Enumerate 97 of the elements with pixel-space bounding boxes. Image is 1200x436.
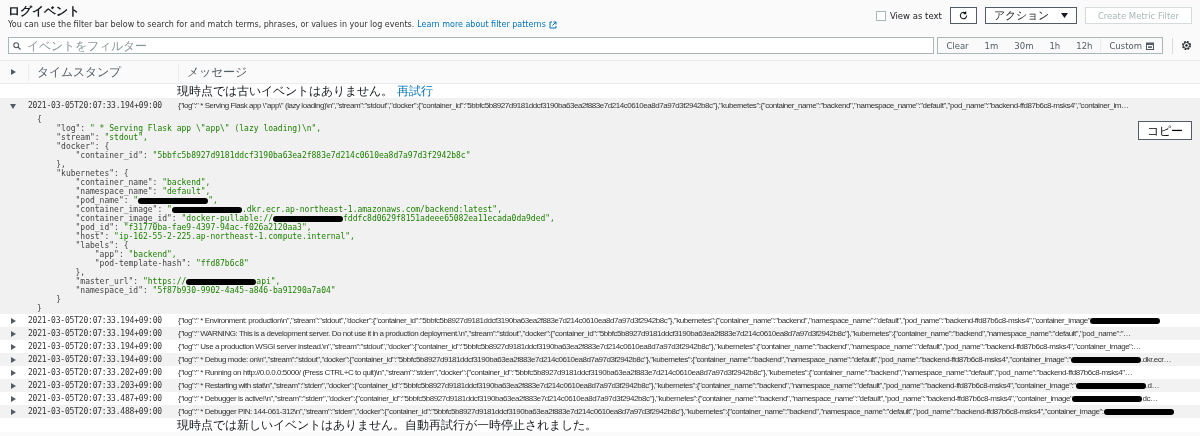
redaction-mark (1075, 382, 1146, 389)
timestamp-cell-text: 2021-03-05T20:07:33.194+09:00 (28, 329, 163, 338)
log-message: {"log":" * Debugger is active!\n","stream":"stderr","docker":{"container_id":"5bbfc5b8927d9181ddcf3190ba63ea2f883e7d214c0610ea8d7a97d3f2942b8c"},"kubernetes":{"container_name":"backend","namespace_name":"default","pod_name":"backend-ffd87b6c8-msks4","container_image" (178, 394, 1073, 403)
redaction-mark (186, 278, 257, 285)
timestamp-cell-text: 2021-03-05T20:07:33.202+09:00 (28, 368, 163, 377)
json-value: "f31770ba-fae9-4397-94ac-f026a2120aa3", (123, 223, 312, 232)
calendar-icon (1146, 41, 1154, 50)
newer-events-notice: 現時点では新しいイベントはありません。自動再試行が一時停止されました。 (177, 418, 597, 432)
json-key: "pod_id": (37, 223, 124, 232)
time-range-button[interactable]: 12h (1068, 38, 1101, 53)
json-key: "stream": (37, 133, 105, 142)
log-message: {"log":" * Debug mode: on\n","stream":"stdout","docker":{"container_id":"5bbfc5b8927d9181ddcf3190ba63ea2f883e7d214c0610ea8d7a97d3f2942b8c"},"kubernetes":{"container_name":"backend","namespace_name":"default","pod_name":"backend-ffd87b6c8-msks4","container_image":" (178, 355, 1071, 364)
json-key: { (37, 115, 42, 124)
json-value: " * Serving Flask app \"app\" (lazy loading)\n", (90, 124, 322, 133)
json-key: "pod_name": (37, 196, 134, 205)
json-value: "backend", (128, 250, 177, 259)
json-value: "ip-162-55-2-225.ap-northeast-1.compute.internal", (114, 232, 355, 241)
timestamp-cell-text: 2021-03-05T20:07:33.194+09:00 (28, 101, 163, 110)
json-key: "kubernetes": { (37, 169, 129, 178)
collapse-caret-icon[interactable] (10, 102, 16, 109)
json-value: ", (208, 196, 218, 205)
json-key: } (37, 304, 42, 313)
json-key: "host": (37, 232, 115, 241)
timestamp-cell-text: 2021-03-05T20:07:33.194+09:00 (28, 355, 163, 364)
caret-icon (1060, 13, 1068, 18)
redaction-mark (1072, 395, 1143, 402)
time-range-button[interactable]: Clear (938, 38, 977, 53)
learn-more-link[interactable]: Learn more about filter patterns (417, 19, 546, 30)
actions-button[interactable]: アクション (984, 7, 1077, 24)
older-events-notice: 現時点では古いイベントはありません。 (177, 84, 393, 98)
json-key: "pod-template-hash": (37, 259, 196, 268)
timestamp-cell-text: 2021-03-05T20:07:33.194+09:00 (28, 316, 163, 325)
json-key: "log": (37, 124, 90, 133)
view-as-text-label: View as text (889, 10, 942, 21)
log-message-fragment: .d… (1145, 381, 1160, 390)
json-value: "backend", (162, 178, 211, 187)
log-message: {"log":" Use a production WSGI server instead.\n","stream":"stdout","docker":{"container_id":"5bbfc5b8927d9181ddcf3190ba63ea2f883e7d214c0610ea8d7a97d3f2942b8c"},"kubernetes":{"container_name":"backend","namespace_name":"default","pod_name":"backend-ffd87b6c8-msks4","container_image":… (178, 342, 1141, 351)
time-range-button[interactable]: Custom (1100, 38, 1162, 53)
page-title: ログイベント (8, 3, 81, 19)
json-value: "5f87b930-9902-4a45-a846-ba91290a7a04" (152, 286, 336, 295)
log-message: {"log":" * Running on http://0.0.0.0:5000/ (Press CTRL+C to quit)\n","stream":"stderr","docker":{"container_id":"5bbfc5b8927d9181ddcf3190ba63ea2f883e7d214c0610ea8d7a97d3f2942b8c"},"kubernetes":{"container_name":"backend","namespace_name":"default","pod_name":"backend-ffd87b6c8-msks4"… (178, 368, 1133, 377)
log-message: {"log":" WARNING: This is a development server. Do not use it in a production deployment.\n","stream":"stdout","docker":{"container_id":"5bbfc5b8927d9181ddcf3190ba63ea2f883e7d214c0610ea8d7a97d3f2942b8c"},"kubernetes":{"container_name":"backend","namespace_name":"default","pod_name":"… (178, 329, 1131, 338)
json-value: " (167, 205, 172, 214)
expand-all-caret-icon[interactable] (10, 69, 16, 75)
timestamp-cell-text: 2021-03-05T20:07:33.203+09:00 (28, 381, 163, 390)
json-value: "5bbfc5b8927d9181ddcf3190ba63ea2f883e7d214c0610ea8d7a97d3f2942b8c" (152, 151, 471, 160)
timestamp-cell-text: 2021-03-05T20:07:33.194+09:00 (28, 342, 163, 351)
refresh-button[interactable] (949, 7, 977, 24)
log-message: {"log":" * Restarting with stat\n","stream":"stderr","docker":{"container_id":"5bbfc5b8927d9181ddcf3190ba63ea2f883e7d214c0610ea8d7a97d3f2942b8c"},"kubernetes":{"container_name":"backend","namespace_name":"default","pod_name":"backend-ffd87b6c8-msks4","container_image":" (178, 381, 1076, 390)
time-range-button[interactable]: 1h (1041, 38, 1069, 53)
settings-icon[interactable] (1181, 40, 1192, 51)
column-header[interactable]: メッセージ (178, 63, 1200, 81)
timestamp-cell-text: 2021-03-05T20:07:33.487+09:00 (28, 394, 163, 403)
json-value: " (133, 196, 139, 205)
description-text: You can use the filter bar below to search for and match terms, phrases, or values in your log events. (8, 19, 415, 30)
json-key: }, (37, 160, 66, 169)
json-key: } (37, 295, 62, 304)
json-value: fddfc8d0629f8151adeee65082ea11ecada0da9ded", (343, 214, 555, 223)
json-value: api", (256, 277, 281, 286)
json-key: "docker": { (37, 142, 110, 151)
view-as-text-checkbox[interactable] (875, 10, 886, 21)
json-value: "stdout", (104, 133, 148, 142)
json-key: "container_id": (37, 151, 153, 160)
timestamp-cell-text: 2021-03-05T20:07:33.488+09:00 (28, 407, 163, 416)
json-key: "container_name": (37, 178, 163, 187)
redaction-mark (1090, 317, 1161, 324)
log-message: {"log":" * Environment: production\n","stream":"stdout","docker":{"container_id":"5bbfc5b8927d9181ddcf3190ba63ea2f883e7d214c0610ea8d7a97d3f2942b8c"},"kubernetes":{"container_name":"backend","namespace_name":"default","pod_name":"backend-ffd87b6c8-msks4","container_image" (178, 316, 1091, 325)
json-key: "master_url": (37, 277, 143, 286)
filter-search-field[interactable]: イベントをフィルター (8, 37, 935, 54)
json-value: "default", (162, 187, 211, 196)
copy-button[interactable]: コピー (1138, 121, 1192, 140)
time-range-button[interactable]: 1m (976, 38, 1007, 53)
redaction-mark (273, 215, 343, 222)
external-link-icon (548, 20, 557, 29)
json-key: "container_image": (37, 205, 168, 214)
json-key: "container_image_id": (37, 214, 182, 223)
column-header[interactable]: タイムスタンプ (28, 63, 178, 81)
time-range-button[interactable]: 30m (1006, 38, 1042, 53)
redaction-mark (1103, 408, 1174, 415)
json-key: "namespace_name": (37, 187, 163, 196)
log-message-fragment: dc… (1142, 394, 1158, 403)
json-key: }, (37, 268, 86, 277)
json-value: "ffd87b6c8" (195, 259, 249, 268)
json-key: "labels": { (37, 241, 129, 250)
retry-link[interactable]: 再試行 (397, 84, 433, 98)
json-key: "app": (37, 250, 129, 259)
log-message-fragment: .dkr.ecr… (1140, 355, 1172, 364)
json-value: "docker-pullable:// (181, 214, 273, 223)
json-value: .dkr.ecr.ap-northeast-1.amazonaws.com/backend:latest", (241, 205, 502, 214)
log-message: {"log":" * Debugger PIN: 144-061-312\n","stream":"stderr","docker":{"container_id":"5bbfc5b8927d9181ddcf3190ba63ea2f883e7d214c0610ea8d7a97d3f2942b8c"},"kubernetes":{"container_name":"backend","namespace_name":"default","pod_name":"backend-ffd87b6c8-msks4","container_image": (178, 407, 1104, 416)
json-key: "namespace_id": (37, 286, 153, 295)
refresh-icon (958, 11, 968, 20)
redaction-mark (1070, 356, 1141, 363)
redaction-mark (171, 206, 242, 213)
redaction-mark (138, 197, 209, 204)
json-value: "https:// (142, 277, 187, 286)
log-message: {"log":" * Serving Flask app \"app\" (lazy loading)\n","stream":"stdout","docker":{"container_id":"5bbfc5b8927d9181ddcf3190ba63ea2f883e7d214c0610ea8d7a97d3f2942b8c"},"kubernetes":{"container_name":"backend","namespace_name":"default","pod_name":"backend-ffd87b6c8-msks4","container_im… (178, 101, 1129, 110)
